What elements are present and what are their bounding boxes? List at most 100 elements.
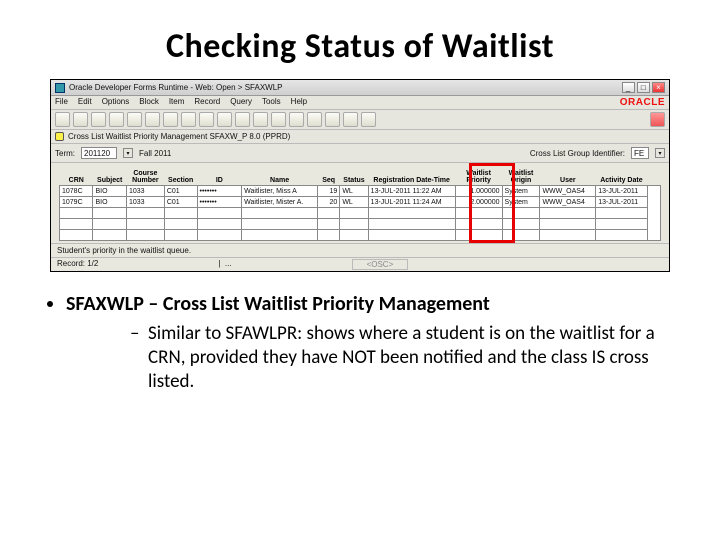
scrollbar[interactable] (647, 186, 660, 241)
toolbar-button[interactable] (235, 112, 250, 127)
toolbar-button[interactable] (271, 112, 286, 127)
osc-indicator: <OSC> (352, 259, 409, 270)
toolbar-button[interactable] (73, 112, 88, 127)
cell-regdt: 13-JUL-2011 11:24 AM (368, 197, 455, 208)
record-counter: Record: 1/2 (57, 259, 98, 270)
bullet-sub: Similar to SFAWLPR: shows where a studen… (130, 322, 682, 395)
table-row[interactable]: 1079C BIO 1033 C01 ••••••• Waitlister, M… (60, 197, 661, 208)
col-status: Status (340, 169, 368, 186)
table-header-row: CRN Subject Course Number Section ID Nam… (60, 169, 661, 186)
toolbar-button[interactable] (343, 112, 358, 127)
cell-priority: 2.000000 (455, 197, 502, 208)
form-code: SFAXWLP (66, 292, 144, 316)
waitlist-table: CRN Subject Course Number Section ID Nam… (59, 169, 661, 241)
cell-crn: 1078C (60, 186, 93, 197)
cell-actdt: 13-JUL-2011 (596, 186, 647, 197)
menu-block[interactable]: Block (139, 97, 159, 108)
toolbar-button[interactable] (650, 112, 665, 127)
toolbar-button[interactable] (127, 112, 142, 127)
toolbar (51, 110, 669, 130)
menu-record[interactable]: Record (194, 97, 220, 108)
cell-subj: BIO (93, 186, 126, 197)
minimize-button[interactable]: _ (622, 82, 635, 93)
table-row-empty (60, 208, 661, 219)
col-course-number: Course Number (126, 169, 164, 186)
group-field[interactable]: FE (631, 147, 649, 159)
cell-status: WL (340, 197, 368, 208)
bullet-main-rest: – Cross List Waitlist Priority Managemen… (144, 292, 490, 316)
form-header-text: Cross List Waitlist Priority Management … (68, 132, 290, 141)
col-section: Section (164, 169, 197, 186)
window-titlebar: Oracle Developer Forms Runtime - Web: Op… (51, 80, 669, 96)
status-message: Student's priority in the waitlist queue… (51, 244, 669, 258)
menu-tools[interactable]: Tools (262, 97, 281, 108)
col-crn: CRN (60, 169, 93, 186)
cell-sec: C01 (164, 197, 197, 208)
window-controls: _ □ × (622, 82, 665, 93)
toolbar-button[interactable] (91, 112, 106, 127)
slide-title: Checking Status of Waitlist (38, 26, 682, 67)
group-label: Cross List Group Identifier: (530, 149, 625, 158)
col-regdt: Registration Date-Time (368, 169, 455, 186)
toolbar-button[interactable] (55, 112, 70, 127)
cell-subj: BIO (93, 197, 126, 208)
group-dropdown-icon[interactable]: ▾ (655, 148, 665, 158)
cell-seq: 19 (318, 186, 340, 197)
col-subject: Subject (93, 169, 126, 186)
cell-num: 1033 (126, 186, 164, 197)
toolbar-button[interactable] (325, 112, 340, 127)
menu-query[interactable]: Query (230, 97, 252, 108)
bullet-list: SFAXWLP – Cross List Waitlist Priority M… (38, 292, 682, 395)
menu-edit[interactable]: Edit (78, 97, 92, 108)
cell-status: WL (340, 186, 368, 197)
term-label: Term: (55, 149, 75, 158)
col-origin: Waitlist Origin (502, 169, 540, 186)
cell-user: WWW_OAS4 (540, 186, 596, 197)
form-header: Cross List Waitlist Priority Management … (51, 130, 669, 144)
toolbar-button[interactable] (181, 112, 196, 127)
toolbar-button[interactable] (253, 112, 268, 127)
term-desc: Fall 2011 (139, 149, 171, 158)
window-title-text: Oracle Developer Forms Runtime - Web: Op… (69, 83, 282, 92)
cell-origin: System (502, 186, 540, 197)
toolbar-button[interactable] (199, 112, 214, 127)
menu-item[interactable]: Item (169, 97, 185, 108)
table-row-empty (60, 219, 661, 230)
toolbar-button[interactable] (145, 112, 160, 127)
cell-priority: 1.000000 (455, 186, 502, 197)
cell-id: ••••••• (197, 186, 242, 197)
cell-actdt: 13-JUL-2011 (596, 197, 647, 208)
menu-options[interactable]: Options (102, 97, 130, 108)
toolbar-button[interactable] (361, 112, 376, 127)
cell-origin: System (502, 197, 540, 208)
col-id: ID (197, 169, 242, 186)
cell-id: ••••••• (197, 197, 242, 208)
col-actdt: Activity Date (596, 169, 647, 186)
term-field[interactable]: 201120 (81, 147, 117, 159)
menu-help[interactable]: Help (291, 97, 307, 108)
toolbar-button[interactable] (163, 112, 178, 127)
cell-regdt: 13-JUL-2011 11:22 AM (368, 186, 455, 197)
menu-file[interactable]: File (55, 97, 68, 108)
term-dropdown-icon[interactable]: ▾ (123, 148, 133, 158)
form-icon (55, 132, 64, 141)
cell-seq: 20 (318, 197, 340, 208)
toolbar-button[interactable] (289, 112, 304, 127)
separator: | ... (218, 259, 231, 270)
close-button[interactable]: × (652, 82, 665, 93)
col-seq: Seq (318, 169, 340, 186)
toolbar-button[interactable] (217, 112, 232, 127)
col-name: Name (242, 169, 318, 186)
cell-name: Waitlister, Miss A (242, 186, 318, 197)
app-icon (55, 83, 65, 93)
maximize-button[interactable]: □ (637, 82, 650, 93)
table-row[interactable]: 1078C BIO 1033 C01 ••••••• Waitlister, M… (60, 186, 661, 197)
toolbar-button[interactable] (109, 112, 124, 127)
cell-sec: C01 (164, 186, 197, 197)
app-screenshot: Oracle Developer Forms Runtime - Web: Op… (50, 79, 670, 272)
cell-user: WWW_OAS4 (540, 197, 596, 208)
toolbar-button[interactable] (307, 112, 322, 127)
bullet-main: SFAXWLP – Cross List Waitlist Priority M… (66, 292, 682, 395)
brand-logo: ORACLE (620, 97, 665, 108)
data-grid-area: CRN Subject Course Number Section ID Nam… (51, 163, 669, 244)
